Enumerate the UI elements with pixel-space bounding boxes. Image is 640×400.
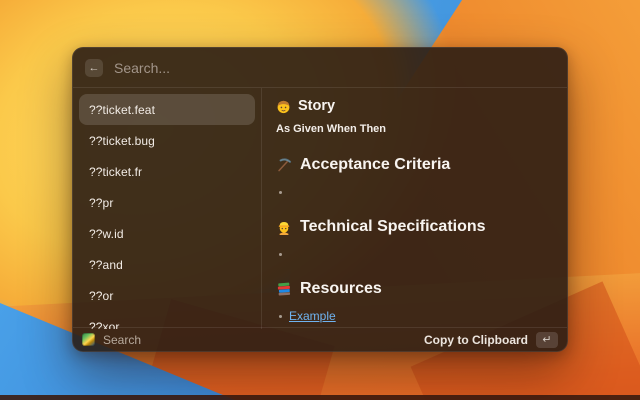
footer-mode-label: Search bbox=[103, 333, 141, 347]
copy-to-clipboard-button[interactable]: Copy to Clipboard ↵ bbox=[424, 332, 558, 348]
list-item-label: ??ticket.feat bbox=[89, 103, 155, 117]
section-heading: Technical Specifications bbox=[276, 217, 553, 237]
preview-title: Story bbox=[276, 97, 553, 115]
list-item-label: ??w.id bbox=[89, 227, 124, 241]
section-resources: Resources Example bbox=[276, 279, 553, 322]
launcher-window: ← ??ticket.feat ??ticket.bug ??ticket.fr… bbox=[72, 47, 568, 352]
bullet-item bbox=[276, 248, 553, 260]
books-emoji bbox=[276, 281, 292, 297]
list-item[interactable]: ??w.id bbox=[79, 218, 255, 249]
section-acceptance-criteria: Acceptance Criteria bbox=[276, 155, 553, 198]
list-item-label: ??ticket.bug bbox=[89, 134, 155, 148]
list-item[interactable]: ??and bbox=[79, 249, 255, 280]
example-link[interactable]: Example bbox=[289, 310, 336, 322]
bullet-item bbox=[276, 186, 553, 198]
list-item-label: ??and bbox=[89, 258, 123, 272]
construction-worker-emoji bbox=[276, 219, 292, 235]
window-body: ??ticket.feat ??ticket.bug ??ticket.fr ?… bbox=[73, 88, 567, 329]
list-item[interactable]: ??ticket.bug bbox=[79, 125, 255, 156]
list-item-label: ??or bbox=[89, 289, 113, 303]
snippet-list: ??ticket.feat ??ticket.bug ??ticket.fr ?… bbox=[73, 88, 262, 329]
copy-to-clipboard-label: Copy to Clipboard bbox=[424, 333, 528, 347]
section-technical-specifications: Technical Specifications bbox=[276, 217, 553, 260]
back-arrow-icon: ← bbox=[89, 62, 100, 74]
bullet-item: Example bbox=[276, 310, 553, 322]
bullet-dot bbox=[279, 191, 282, 194]
action-bar: Search Copy to Clipboard ↵ bbox=[73, 327, 567, 351]
footer-mode: Search bbox=[82, 333, 141, 347]
back-button[interactable]: ← bbox=[85, 59, 103, 77]
list-item[interactable]: ??pr bbox=[79, 187, 255, 218]
section-heading-label: Resources bbox=[300, 279, 382, 299]
section-heading-label: Technical Specifications bbox=[300, 217, 486, 237]
search-extension-icon bbox=[82, 333, 95, 346]
list-item[interactable]: ??or bbox=[79, 280, 255, 311]
list-item[interactable]: ??ticket.fr bbox=[79, 156, 255, 187]
boy-face-emoji bbox=[276, 99, 291, 114]
section-heading-label: Acceptance Criteria bbox=[300, 155, 450, 175]
snippet-preview: Story As Given When Then Acceptance Crit… bbox=[262, 88, 567, 329]
bullet-dot bbox=[279, 315, 282, 318]
section-heading: Resources bbox=[276, 279, 553, 299]
wallpaper-dark-strip bbox=[0, 395, 640, 400]
search-header: ← bbox=[73, 48, 567, 88]
list-item[interactable]: ??ticket.feat bbox=[79, 94, 255, 125]
bullet-dot bbox=[279, 253, 282, 256]
section-heading: Acceptance Criteria bbox=[276, 155, 553, 175]
search-input[interactable] bbox=[114, 60, 555, 76]
list-item-label: ??pr bbox=[89, 196, 113, 210]
return-key-icon: ↵ bbox=[536, 332, 558, 348]
preview-subtitle: As Given When Then bbox=[276, 123, 553, 136]
list-item-label: ??ticket.fr bbox=[89, 165, 142, 179]
pickaxe-emoji bbox=[276, 157, 292, 173]
preview-title-label: Story bbox=[298, 97, 335, 115]
